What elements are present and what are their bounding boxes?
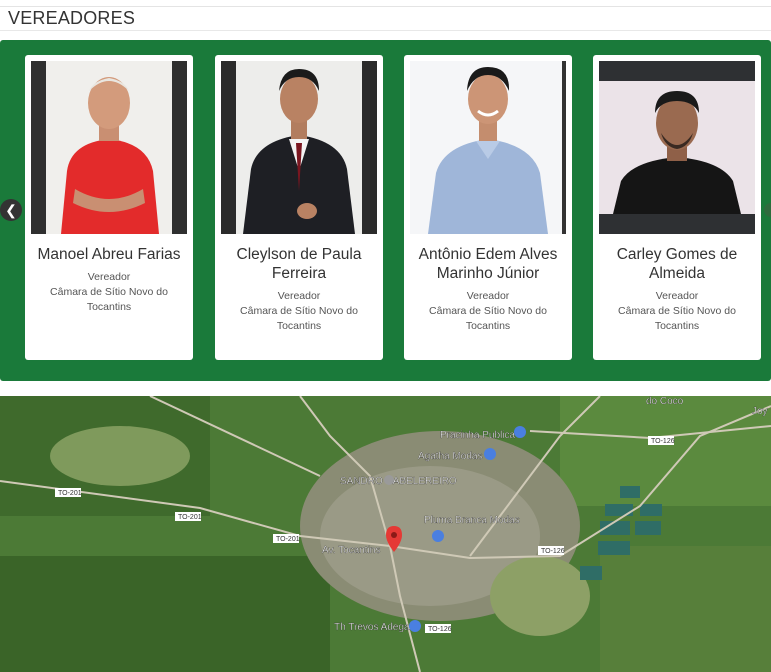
carousel-next-button[interactable] bbox=[764, 203, 771, 217]
councilor-photo bbox=[221, 61, 377, 234]
councilor-org: Câmara de Sítio Novo do Tocantins bbox=[240, 305, 358, 332]
poi-icon[interactable] bbox=[409, 620, 421, 632]
councilor-role: Vereador bbox=[277, 290, 321, 302]
map-label: Pracinha Publica bbox=[440, 430, 515, 441]
councilor-role: Vereador bbox=[655, 290, 699, 302]
councilor-name: Carley Gomes de Almeida bbox=[616, 246, 738, 282]
map-label: Agatha Modas bbox=[418, 451, 483, 462]
councilor-name: Cleylson de Paula Ferreira bbox=[236, 246, 362, 282]
map-label: Th Trevos Adega bbox=[334, 622, 410, 633]
councilor-card[interactable]: Manoel Abreu Farias Vereador Câmara de S… bbox=[25, 55, 193, 360]
satellite-map[interactable]: Pracinha Publica Agatha Modas SANDRO CAB… bbox=[0, 396, 771, 672]
councilor-photo bbox=[31, 61, 187, 234]
map-label: Pluma Branca Modas bbox=[424, 515, 520, 526]
road-label: TO-126 bbox=[541, 548, 565, 555]
map-label: SANDRO CABELEREIRO bbox=[340, 476, 457, 487]
carousel-prev-button[interactable]: ❮ bbox=[0, 199, 22, 221]
map-label: Joy bbox=[752, 406, 768, 417]
councilor-card[interactable]: Carley Gomes de Almeida Vereador Câmara … bbox=[593, 55, 761, 360]
title-divider bbox=[0, 30, 771, 31]
section-title: VEREADORES bbox=[8, 8, 136, 28]
top-border bbox=[0, 0, 771, 7]
chevron-left-icon: ❮ bbox=[5, 202, 17, 218]
poi-icon[interactable] bbox=[514, 426, 526, 438]
councilor-role: Vereador bbox=[466, 290, 510, 302]
road-label: TO-201 bbox=[58, 490, 82, 497]
road-label: TO-201 bbox=[178, 514, 202, 521]
map-label: do Coco bbox=[646, 396, 684, 407]
councilor-org: Câmara de Sítio Novo do Tocantins bbox=[50, 286, 168, 313]
councilor-card[interactable]: Antônio Edem Alves Marinho Júnior Veread… bbox=[404, 55, 572, 360]
councilor-org: Câmara de Sítio Novo do Tocantins bbox=[618, 305, 736, 332]
councilor-org: Câmara de Sítio Novo do Tocantins bbox=[429, 305, 547, 332]
poi-icon[interactable] bbox=[384, 475, 394, 485]
poi-icon[interactable] bbox=[432, 530, 444, 542]
councilor-role: Vereador bbox=[87, 271, 131, 283]
road-label: TO-126 bbox=[651, 438, 675, 445]
councilor-photo bbox=[599, 61, 755, 234]
map-label: Av. Tocantins bbox=[322, 545, 380, 556]
road-label: TO-201 bbox=[276, 536, 300, 543]
councilor-name: Manoel Abreu Farias bbox=[37, 246, 181, 263]
road-label: TO-126 bbox=[428, 626, 452, 633]
councilor-photo bbox=[410, 61, 566, 234]
poi-icon[interactable] bbox=[484, 448, 496, 460]
councilor-card[interactable]: Cleylson de Paula Ferreira Vereador Câma… bbox=[215, 55, 383, 360]
councilor-name: Antônio Edem Alves Marinho Júnior bbox=[418, 246, 558, 282]
